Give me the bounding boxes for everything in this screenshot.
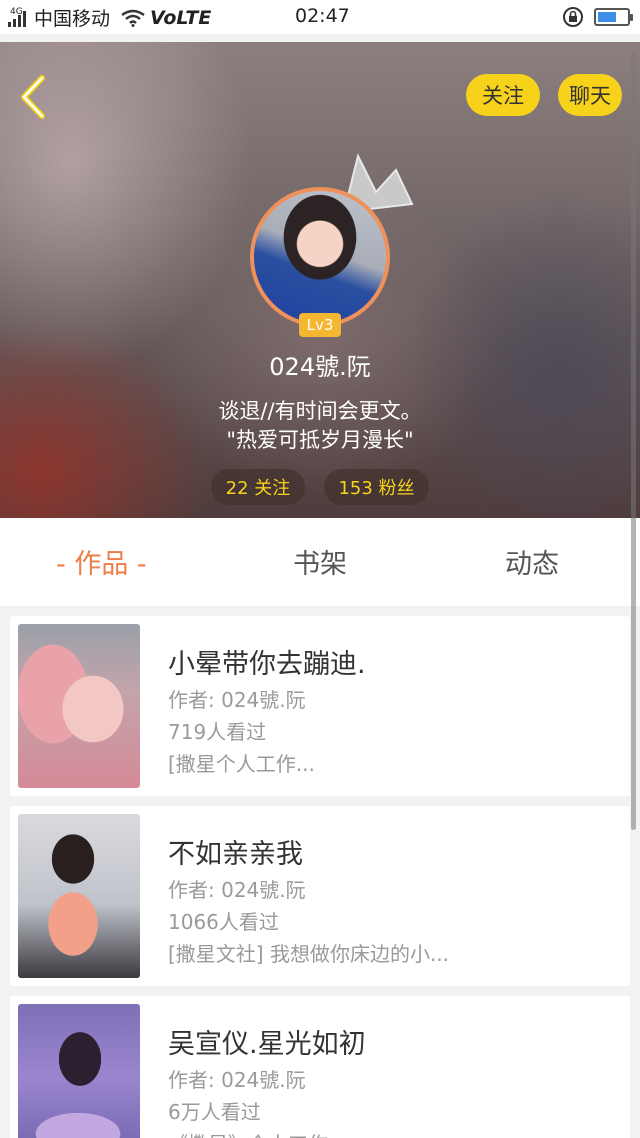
work-views: 1066人看过 — [168, 910, 279, 934]
avatar[interactable] — [250, 187, 390, 327]
tab-bar: - 作品 - 书架 动态 — [0, 518, 640, 606]
work-title: 不如亲亲我 — [168, 839, 303, 870]
work-author: 作者: 024號.阮 — [168, 1068, 306, 1092]
status-bar: 4G 中国移动 VoLTE 02:47 — [0, 0, 640, 34]
tab-works[interactable]: - 作品 - — [56, 542, 147, 581]
fans-count[interactable]: 153 粉丝 — [324, 469, 429, 505]
work-views: 719人看过 — [168, 720, 267, 744]
work-author: 作者: 024號.阮 — [168, 878, 306, 902]
list-item[interactable]: 吴宣仪.星光如初 作者: 024號.阮 6万人看过 《撒星》个人工作... — [10, 996, 630, 1138]
work-author: 作者: 024號.阮 — [168, 688, 306, 712]
list-item[interactable]: 不如亲亲我 作者: 024號.阮 1066人看过 [撒星文社] 我想做你床边的小… — [10, 806, 630, 986]
bio: 谈退//有时间会更文。 "热爱可抵岁月漫长" — [0, 397, 640, 455]
work-views: 6万人看过 — [168, 1100, 261, 1124]
profile-header: 关注 聊天 Lv3 024號.阮 谈退//有时间会更文。 "热爱可抵岁月漫长" … — [0, 42, 640, 518]
status-left: 4G 中国移动 VoLTE — [8, 4, 211, 31]
work-cover[interactable] — [18, 814, 140, 978]
clock: 02:47 — [295, 5, 350, 27]
back-arrow-icon[interactable] — [14, 72, 54, 122]
username: 024號.阮 — [269, 353, 371, 381]
work-cover[interactable] — [18, 624, 140, 788]
carrier-label: 中国移动 — [34, 8, 111, 30]
battery-fill — [598, 12, 617, 22]
wifi-icon — [121, 9, 145, 27]
following-count[interactable]: 22 关注 — [211, 469, 305, 505]
work-cover[interactable] — [18, 1004, 140, 1138]
battery-icon — [594, 8, 633, 26]
tab-bookshelf[interactable]: 书架 — [293, 542, 347, 581]
bio-line-1: 谈退//有时间会更文。 — [218, 399, 422, 423]
network-type: 4G — [10, 6, 23, 17]
signal-icon: 4G — [8, 6, 26, 27]
work-title: 小晕带你去蹦迪. — [168, 649, 366, 680]
scrollbar[interactable] — [631, 50, 636, 830]
work-title: 吴宣仪.星光如初 — [168, 1029, 366, 1060]
status-right — [562, 6, 633, 28]
tab-activity[interactable]: 动态 — [505, 542, 559, 581]
rotation-lock-icon — [563, 7, 583, 27]
bio-line-2: "热爱可抵岁月漫长" — [226, 428, 414, 452]
level-badge: Lv3 — [299, 313, 341, 337]
chat-button[interactable]: 聊天 — [558, 74, 622, 116]
volte-label: VoLTE — [150, 6, 212, 29]
work-description: [撒星个人工作... — [168, 752, 315, 776]
follow-button[interactable]: 关注 — [466, 74, 540, 116]
work-description: [撒星文社] 我想做你床边的小... — [168, 942, 450, 966]
work-description: 《撒星》个人工作... — [168, 1128, 347, 1138]
list-item[interactable]: 小晕带你去蹦迪. 作者: 024號.阮 719人看过 [撒星个人工作... — [10, 616, 630, 796]
